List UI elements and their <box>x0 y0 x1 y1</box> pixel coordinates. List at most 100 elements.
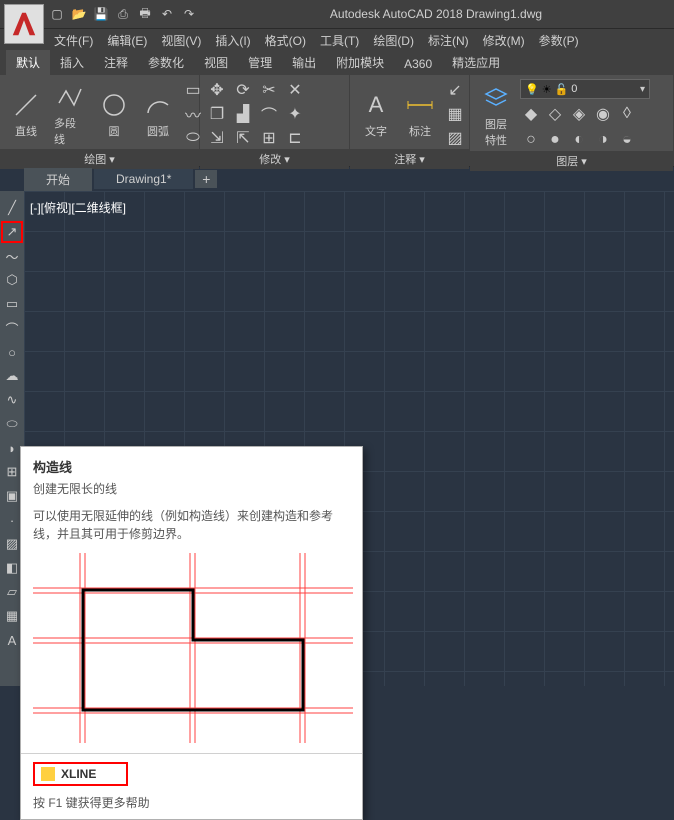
tool-spline-icon[interactable]: ∿ <box>1 389 23 411</box>
viewport-label[interactable]: [-][俯视][二维线框] <box>30 199 126 216</box>
window-title: Autodesk AutoCAD 2018 Drawing1.dwg <box>198 7 674 21</box>
offset-icon[interactable]: ⊏ <box>284 127 306 149</box>
tool-circle-icon[interactable]: ○ <box>1 341 23 363</box>
menu-bar: 文件(F) 编辑(E) 视图(V) 插入(I) 格式(O) 工具(T) 绘图(D… <box>0 29 674 51</box>
fillet-icon[interactable]: ⌒ <box>258 103 280 125</box>
polyline-button[interactable]: 多段线 <box>50 79 90 149</box>
layer-tool-3-icon[interactable]: ◈ <box>568 103 590 125</box>
scale-icon[interactable]: ⇱ <box>232 127 254 149</box>
ribbon-tab-a360[interactable]: A360 <box>394 53 442 75</box>
layer-tool-9-icon[interactable]: ◑ <box>592 129 614 151</box>
workspace[interactable]: [-][俯视][二维线框] ╱ ↗ 〜 ⬡ ▭ ⌒ ○ ☁ ∿ ⬭ ◗ ⊞ ▣ … <box>0 191 674 686</box>
dimension-icon <box>404 89 436 121</box>
tool-xline-icon[interactable]: ↗ <box>1 221 23 243</box>
tool-polygon-icon[interactable]: ⬡ <box>1 269 23 291</box>
arc-button[interactable]: 圆弧 <box>138 87 178 141</box>
panel-title-annotate[interactable]: 注释 ▾ <box>350 149 469 169</box>
ribbon-tab-parametric[interactable]: 参数化 <box>138 50 194 75</box>
menu-view[interactable]: 视图(V) <box>155 30 207 51</box>
ribbon-panel-layers: 图层 特性 💡 ☀ 🔓 0 ▾ ◆ ◇ ◈ ◉ ◊ ○ <box>470 75 674 166</box>
filetab-drawing1[interactable]: Drawing1* <box>94 169 193 189</box>
open-icon[interactable]: 📂 <box>70 5 88 23</box>
current-layer: 0 <box>571 83 637 95</box>
ribbon-tab-view[interactable]: 视图 <box>194 50 238 75</box>
menu-file[interactable]: 文件(F) <box>48 30 99 51</box>
stretch-icon[interactable]: ⇲ <box>206 127 228 149</box>
panel-title-draw[interactable]: 绘图 ▾ <box>0 149 199 169</box>
explode-icon[interactable]: ✦ <box>284 103 306 125</box>
tooltip-command: XLINE <box>33 762 128 786</box>
circle-label: 圆 <box>109 123 120 139</box>
ribbon-tab-manage[interactable]: 管理 <box>238 50 282 75</box>
menu-modify[interactable]: 修改(M) <box>477 30 531 51</box>
menu-tools[interactable]: 工具(T) <box>314 30 365 51</box>
text-label: 文字 <box>365 123 387 139</box>
menu-format[interactable]: 格式(O) <box>259 30 312 51</box>
layer-tool-2-icon[interactable]: ◇ <box>544 103 566 125</box>
layer-tool-7-icon[interactable]: ● <box>544 129 566 151</box>
menu-insert[interactable]: 插入(I) <box>209 30 256 51</box>
redo-icon[interactable]: ↷ <box>180 5 198 23</box>
layer-tool-10-icon[interactable]: ◒ <box>616 129 638 151</box>
menu-dimension[interactable]: 标注(N) <box>422 30 475 51</box>
filetab-start[interactable]: 开始 <box>24 168 92 191</box>
array-icon[interactable]: ⊞ <box>258 127 280 149</box>
save-icon[interactable]: 💾 <box>92 5 110 23</box>
ribbon-tab-featured[interactable]: 精选应用 <box>442 50 510 75</box>
ribbon-panel-modify: ✥❐⇲ ⟳▟⇱ ✂⌒⊞ ✕✦⊏ 修改 ▾ <box>200 75 350 166</box>
ribbon-panel-draw: 直线 多段线 圆 圆弧 ▭ 〰 ⬭ 绘图 ▾ <box>0 75 200 166</box>
layer-tool-1-icon[interactable]: ◆ <box>520 103 542 125</box>
ribbon-tab-annotate[interactable]: 注释 <box>94 50 138 75</box>
table-icon[interactable]: ▦ <box>444 103 466 125</box>
layer-tool-8-icon[interactable]: ◐ <box>568 129 590 151</box>
arc-label: 圆弧 <box>147 123 169 139</box>
copy-icon[interactable]: ❐ <box>206 103 228 125</box>
dimension-label: 标注 <box>409 123 431 139</box>
tool-pline-icon[interactable]: 〜 <box>1 245 23 267</box>
erase-icon[interactable]: ✕ <box>284 79 306 101</box>
tool-rect-icon[interactable]: ▭ <box>1 293 23 315</box>
panel-title-modify[interactable]: 修改 ▾ <box>200 149 349 169</box>
layer-tool-6-icon[interactable]: ○ <box>520 129 542 151</box>
mirror-icon[interactable]: ▟ <box>232 103 254 125</box>
line-icon <box>10 89 42 121</box>
line-label: 直线 <box>15 123 37 139</box>
layer-tool-5-icon[interactable]: ◊ <box>616 103 638 125</box>
hatch-icon[interactable]: ▨ <box>444 127 466 149</box>
layer-properties-button[interactable]: 图层 特性 <box>476 80 516 150</box>
tool-ellipse-icon[interactable]: ⬭ <box>1 413 23 435</box>
panel-title-layers[interactable]: 图层 ▾ <box>470 151 673 171</box>
tool-line-icon[interactable]: ╱ <box>1 197 23 219</box>
filetab-add[interactable]: + <box>195 170 217 188</box>
bulb-icon: 💡 <box>525 83 539 96</box>
line-button[interactable]: 直线 <box>6 87 46 141</box>
plot-icon[interactable]: 🖶 <box>136 5 154 23</box>
ribbon: 直线 多段线 圆 圆弧 ▭ 〰 ⬭ 绘图 ▾ ✥❐⇲ ⟳▟⇱ <box>0 75 674 167</box>
dimension-button[interactable]: 标注 <box>400 87 440 141</box>
polyline-label: 多段线 <box>54 115 86 147</box>
ribbon-tab-default[interactable]: 默认 <box>6 50 50 75</box>
new-icon[interactable]: ▢ <box>48 5 66 23</box>
menu-param[interactable]: 参数(P) <box>533 30 585 51</box>
arc-icon <box>142 89 174 121</box>
layer-tool-4-icon[interactable]: ◉ <box>592 103 614 125</box>
chevron-down-icon: ▾ <box>640 84 645 95</box>
text-button[interactable]: A 文字 <box>356 87 396 141</box>
undo-icon[interactable]: ↶ <box>158 5 176 23</box>
rotate-icon[interactable]: ⟳ <box>232 79 254 101</box>
menu-draw[interactable]: 绘图(D) <box>367 30 420 51</box>
menu-edit[interactable]: 编辑(E) <box>101 30 153 51</box>
saveas-icon[interactable]: ⎙ <box>114 5 132 23</box>
layer-properties-label: 图层 特性 <box>485 116 507 148</box>
ribbon-tab-addins[interactable]: 附加模块 <box>326 50 394 75</box>
tool-revcloud-icon[interactable]: ☁ <box>1 365 23 387</box>
app-logo[interactable] <box>4 4 44 44</box>
trim-icon[interactable]: ✂ <box>258 79 280 101</box>
circle-button[interactable]: 圆 <box>94 87 134 141</box>
ribbon-tab-output[interactable]: 输出 <box>282 50 326 75</box>
ribbon-tab-insert[interactable]: 插入 <box>50 50 94 75</box>
tool-arc-icon[interactable]: ⌒ <box>1 317 23 339</box>
move-icon[interactable]: ✥ <box>206 79 228 101</box>
layer-dropdown[interactable]: 💡 ☀ 🔓 0 ▾ <box>520 79 650 99</box>
leader-icon[interactable]: ↙ <box>444 79 466 101</box>
